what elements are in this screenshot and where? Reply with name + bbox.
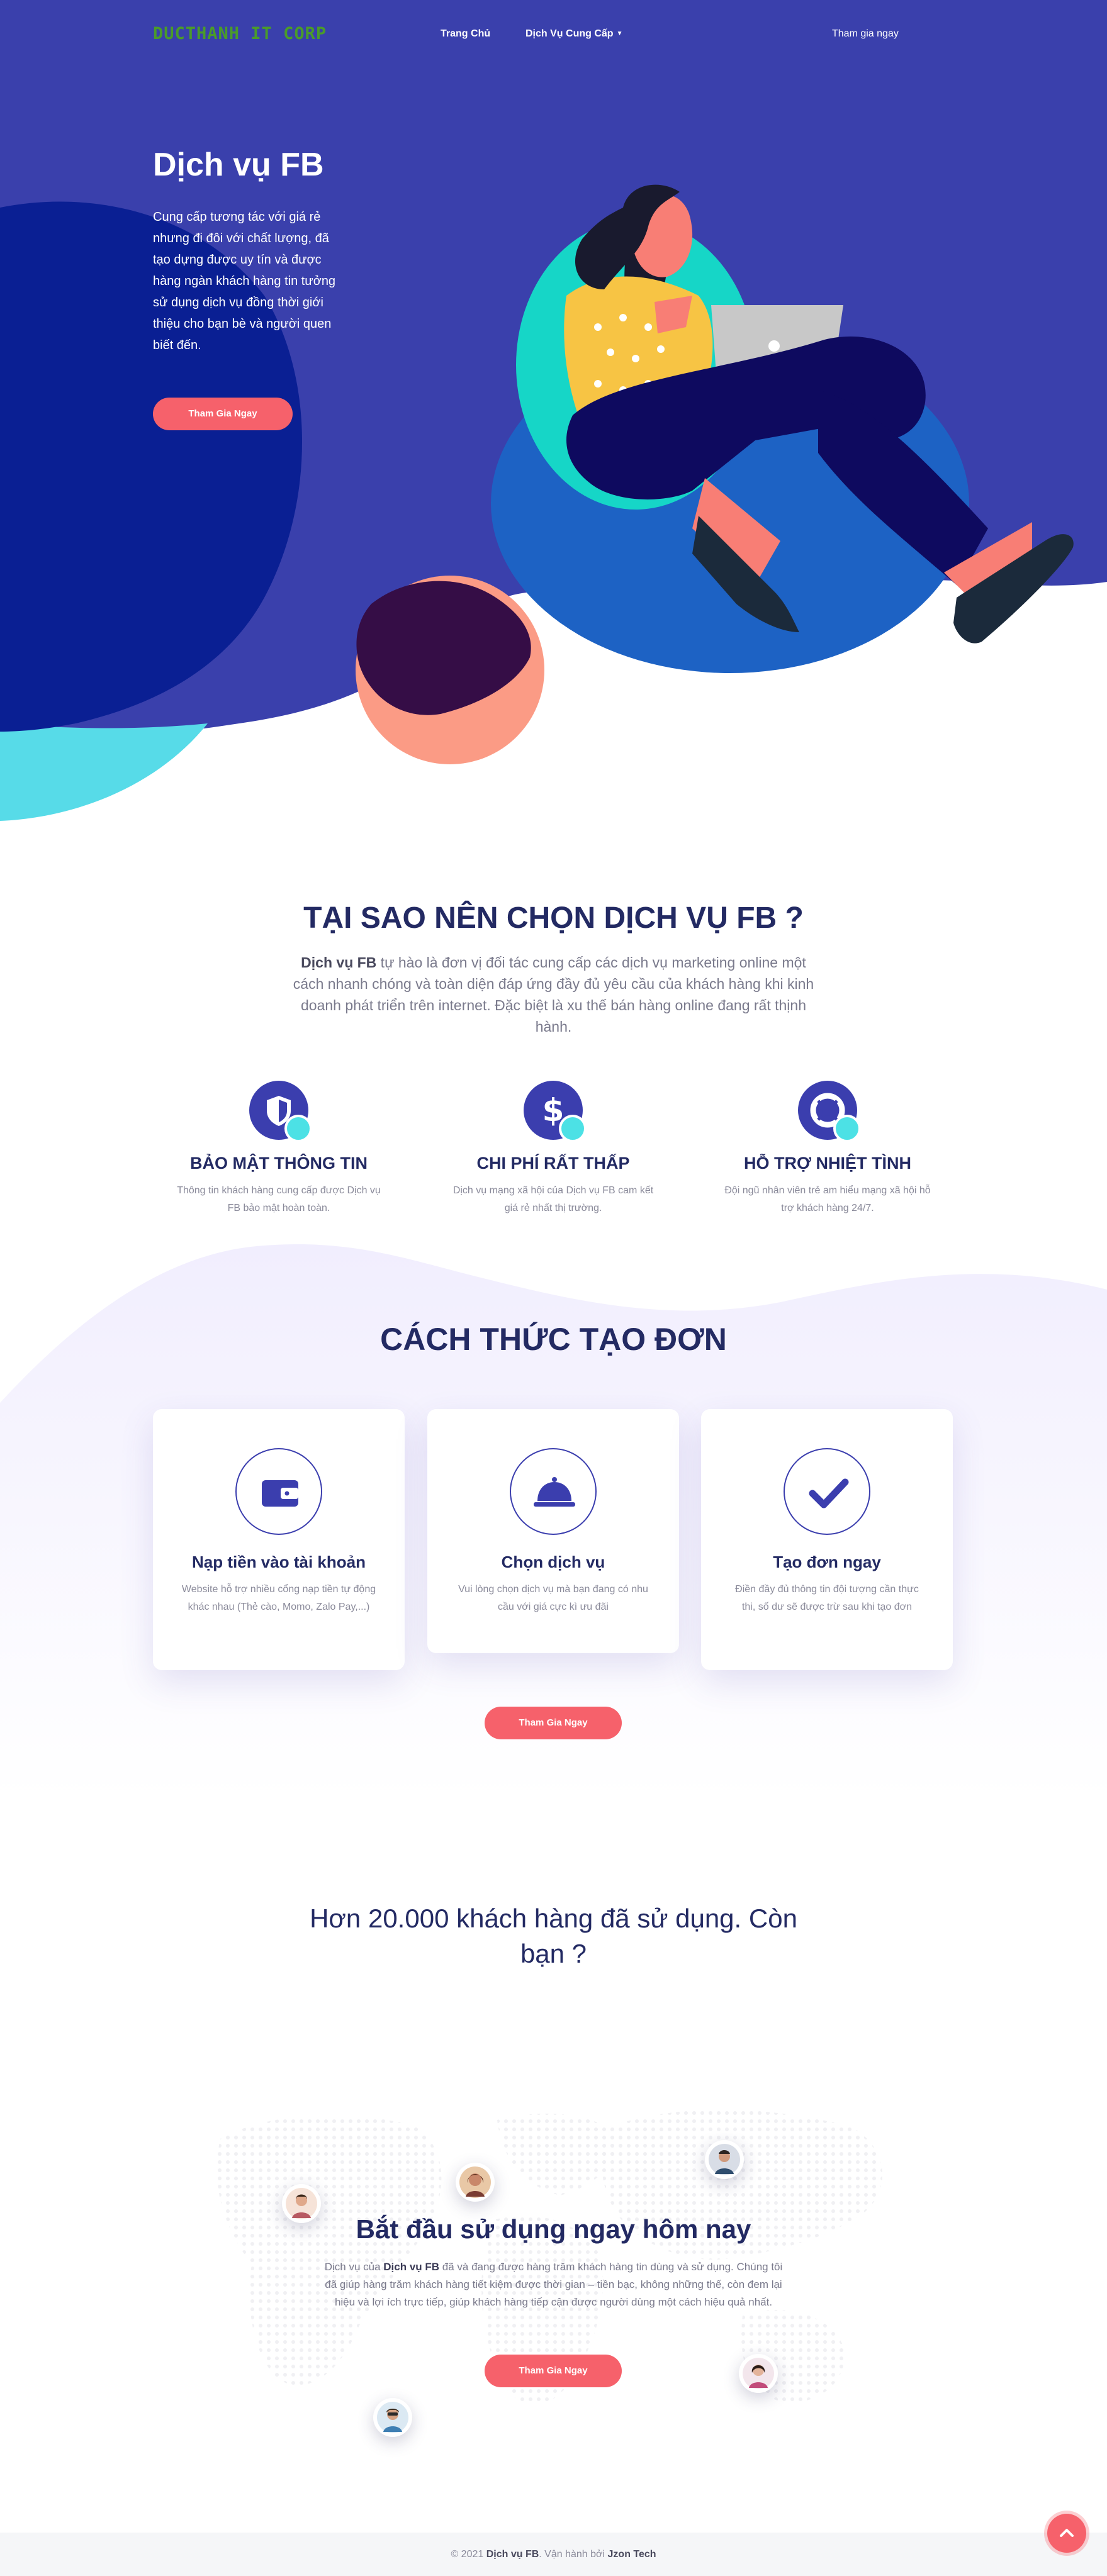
step-text: Điền đầy đủ thông tin đội tượng cần thực… [735, 1584, 919, 1612]
customer-count-text: Hơn 20.000 khách hàng đã sử dụng. Còn bạ… [310, 1904, 797, 1968]
nav-services-dropdown[interactable]: Dịch Vụ Cung Cấp ▼ [525, 28, 622, 40]
feature-title: BẢO MẬT THÔNG TIN [190, 1154, 368, 1173]
hero-illustration [491, 184, 1074, 673]
start-section-description: Dịch vụ của Dịch vụ FB đã và đang được h… [320, 2258, 787, 2311]
service-bell-icon [510, 1448, 597, 1535]
wallet-icon [235, 1448, 322, 1535]
step-card-deposit: Nạp tiền vào tài khoản Website hỗ trợ nh… [153, 1409, 405, 1670]
feature-text: Đội ngũ nhân viên trẻ am hiểu mạng xã hộ… [724, 1185, 931, 1213]
step-title: Tạo đơn ngay [773, 1553, 881, 1571]
start-brand-bold: Dịch vụ FB [383, 2261, 440, 2273]
hero-section: DUCTHANH IT CORP Trang Chủ Dịch Vụ Cung … [0, 0, 1107, 830]
how-join-button[interactable]: Tham Gia Ngay [485, 1707, 622, 1739]
footer-operated-by: . Vận hành bởi [539, 2549, 608, 2560]
hero-title: Dịch vụ FB [153, 147, 324, 183]
nav-services-label: Dịch Vụ Cung Cấp [525, 28, 614, 39]
chevron-up-icon [1060, 2529, 1074, 2537]
feature-price: $ CHI PHÍ RẤT THẤP Dịch vụ mạng xã hội c… [434, 1081, 673, 1217]
customer-avatar [739, 2354, 778, 2393]
step-title: Nạp tiền vào tài khoản [192, 1553, 366, 1571]
site-logo[interactable]: DUCTHANH IT CORP [153, 24, 327, 43]
why-brand-bold: Dịch vụ FB [301, 954, 377, 971]
footer-brand: Dịch vụ FB [486, 2549, 539, 2560]
step-text: Vui lòng chọn dịch vụ mà bạn đang có nhu… [458, 1584, 648, 1612]
feature-security: BẢO MẬT THÔNG TIN Thông tin khách hàng c… [159, 1081, 398, 1217]
step-title: Chọn dịch vụ [501, 1553, 605, 1571]
step-card-order: Tạo đơn ngay Điền đầy đủ thông tin đội t… [701, 1409, 953, 1670]
shield-icon [249, 1081, 312, 1142]
start-section-title: Bắt đầu sử dụng ngay hôm nay [356, 2214, 751, 2244]
nav-join-link[interactable]: Tham gia ngay [832, 28, 899, 40]
feature-title: HỖ TRỢ NHIỆT TÌNH [743, 1154, 912, 1173]
hero-description: Cung cấp tương tác với giá rẻ nhưng đi đ… [153, 210, 336, 352]
hero-join-button[interactable]: Tham Gia Ngay [153, 398, 293, 430]
top-nav: DUCTHANH IT CORP Trang Chủ Dịch Vụ Cung … [0, 0, 1107, 69]
lifebuoy-icon [798, 1081, 861, 1142]
why-section-description: Dịch vụ FB tự hào là đơn vị đối tác cung… [288, 952, 819, 1037]
how-section-title: CÁCH THỨC TẠO ĐƠN [380, 1322, 727, 1357]
feature-text: Dịch vụ mạng xã hội của Dịch vụ FB cam k… [452, 1185, 654, 1213]
dollar-icon: $ [524, 1081, 587, 1142]
footer-operator: Jzon Tech [607, 2549, 656, 2560]
why-section-title: TẠI SAO NÊN CHỌN DỊCH VỤ FB ? [303, 901, 804, 935]
customer-avatar [456, 2163, 495, 2202]
start-desc-prefix: Dịch vụ của [324, 2261, 384, 2273]
feature-support: HỖ TRỢ NHIỆT TÌNH Đội ngũ nhân viên trẻ … [708, 1081, 947, 1217]
step-text: Website hỗ trợ nhiều cổng nạp tiền tự độ… [181, 1584, 376, 1612]
feature-title: CHI PHÍ RẤT THẤP [476, 1154, 630, 1173]
start-join-button[interactable]: Tham Gia Ngay [485, 2355, 622, 2387]
nav-home-link[interactable]: Trang Chủ [441, 28, 490, 40]
scroll-to-top-button[interactable] [1047, 2514, 1086, 2553]
footer: © 2021 Dịch vụ FB. Vận hành bởi Jzon Tec… [0, 2533, 1107, 2576]
chevron-down-icon: ▼ [616, 30, 623, 38]
check-icon [784, 1448, 870, 1535]
step-card-choose: Chọn dịch vụ Vui lòng chọn dịch vụ mà bạ… [427, 1409, 679, 1653]
feature-text: Thông tin khách hàng cung cấp được Dịch … [177, 1185, 381, 1213]
customer-avatar [373, 2398, 412, 2437]
footer-copyright: © 2021 [451, 2549, 486, 2560]
customer-avatar [705, 2140, 744, 2179]
